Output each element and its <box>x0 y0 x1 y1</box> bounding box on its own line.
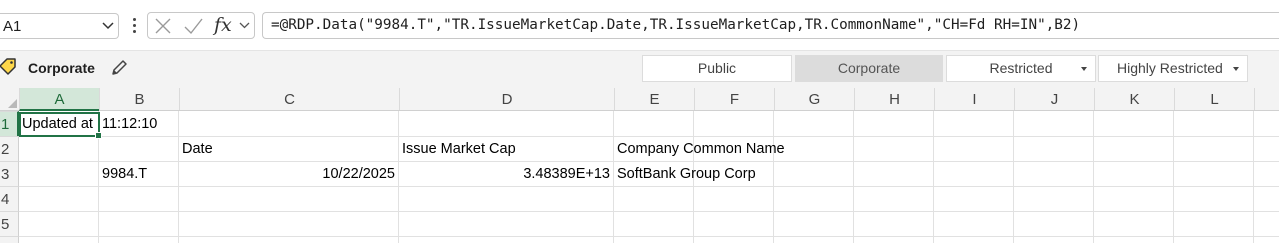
column-header-i[interactable]: I <box>934 88 1014 110</box>
formula-controls: fx <box>147 12 255 39</box>
formula-input[interactable]: =@RDP.Data("9984.T","TR.IssueMarketCap.D… <box>262 12 1279 39</box>
label-tag-icon <box>0 58 16 75</box>
button-label: Public <box>697 60 737 76</box>
column-header-f[interactable]: F <box>694 88 774 110</box>
formula-bar: A1 fx =@RDP.Data("9984.T","TR.IssueMarke… <box>0 0 1279 50</box>
button-label: Highly Restricted <box>1117 60 1223 76</box>
cell-d3[interactable]: 3.48389E+13 <box>400 162 610 186</box>
button-label: Restricted <box>989 60 1053 76</box>
name-box[interactable]: A1 <box>0 13 119 39</box>
select-all-corner[interactable] <box>0 88 19 110</box>
column-header-d[interactable]: D <box>399 88 614 110</box>
cell-b3[interactable]: 9984.T <box>102 162 178 186</box>
gridline <box>1253 111 1254 243</box>
insert-function-button[interactable]: fx <box>214 14 232 36</box>
worksheet-grid: A B C D E F G H I J K L 1 2 3 4 5 Update… <box>0 88 1279 243</box>
row-header-5[interactable]: 5 <box>0 211 19 236</box>
sensitivity-highly-restricted-button[interactable]: Highly Restricted <box>1098 55 1248 82</box>
chevron-down-icon[interactable] <box>239 22 250 29</box>
row-header-4[interactable]: 4 <box>0 186 19 211</box>
row-header-2[interactable]: 2 <box>0 136 19 161</box>
cell-c2[interactable]: Date <box>182 137 396 161</box>
formula-text: =@RDP.Data("9984.T","TR.IssueMarketCap.D… <box>271 17 1081 33</box>
cancel-icon[interactable] <box>154 17 172 35</box>
chevron-down-icon[interactable] <box>102 22 114 30</box>
cell-d2[interactable]: Issue Market Cap <box>402 137 611 161</box>
column-header-b[interactable]: B <box>99 88 179 110</box>
gridline <box>1173 111 1174 243</box>
gridline <box>1013 111 1014 243</box>
caret-down-icon[interactable] <box>1233 67 1239 71</box>
column-header-e[interactable]: E <box>614 88 694 110</box>
column-header-h[interactable]: H <box>854 88 934 110</box>
name-box-value: A1 <box>3 18 22 35</box>
column-header-g[interactable]: G <box>774 88 854 110</box>
active-cell-selection[interactable] <box>19 112 102 139</box>
gridline <box>19 211 1279 212</box>
edit-pencil-icon[interactable] <box>110 59 128 77</box>
column-header-a[interactable]: A <box>19 88 99 111</box>
column-header-k[interactable]: K <box>1094 88 1174 110</box>
gridline <box>19 186 1279 187</box>
gridline <box>19 236 1279 237</box>
button-label: Corporate <box>837 60 901 76</box>
column-header-row: A B C D E F G H I J K L <box>0 88 1279 111</box>
gridline <box>398 111 399 243</box>
cell-c3[interactable]: 10/22/2025 <box>180 162 395 186</box>
cell-b1[interactable]: 11:12:10 <box>102 112 178 136</box>
caret-down-icon[interactable] <box>1081 67 1087 71</box>
enter-check-icon[interactable] <box>183 17 203 35</box>
gridline <box>1093 111 1094 243</box>
more-options-icon[interactable] <box>130 15 138 37</box>
row-header-6[interactable] <box>0 236 19 243</box>
column-header-m[interactable] <box>1254 88 1279 110</box>
column-header-l[interactable]: L <box>1174 88 1254 110</box>
gridline <box>933 111 934 243</box>
cell-e2[interactable]: Company Common Name <box>617 137 857 161</box>
column-header-j[interactable]: J <box>1014 88 1094 110</box>
gridline <box>178 111 179 243</box>
sensitivity-bar: Corporate Public Corporate Restricted Hi… <box>0 50 1279 88</box>
sensitivity-corporate-button[interactable]: Corporate <box>795 55 943 82</box>
sensitivity-restricted-button[interactable]: Restricted <box>946 55 1096 82</box>
row-header-1[interactable]: 1 <box>0 111 19 136</box>
cell-e3[interactable]: SoftBank Group Corp <box>617 162 857 186</box>
row-header-3[interactable]: 3 <box>0 161 19 186</box>
gridline <box>613 111 614 243</box>
current-sensitivity-label: Corporate <box>28 60 95 76</box>
sensitivity-public-button[interactable]: Public <box>642 55 792 82</box>
column-header-c[interactable]: C <box>179 88 399 110</box>
